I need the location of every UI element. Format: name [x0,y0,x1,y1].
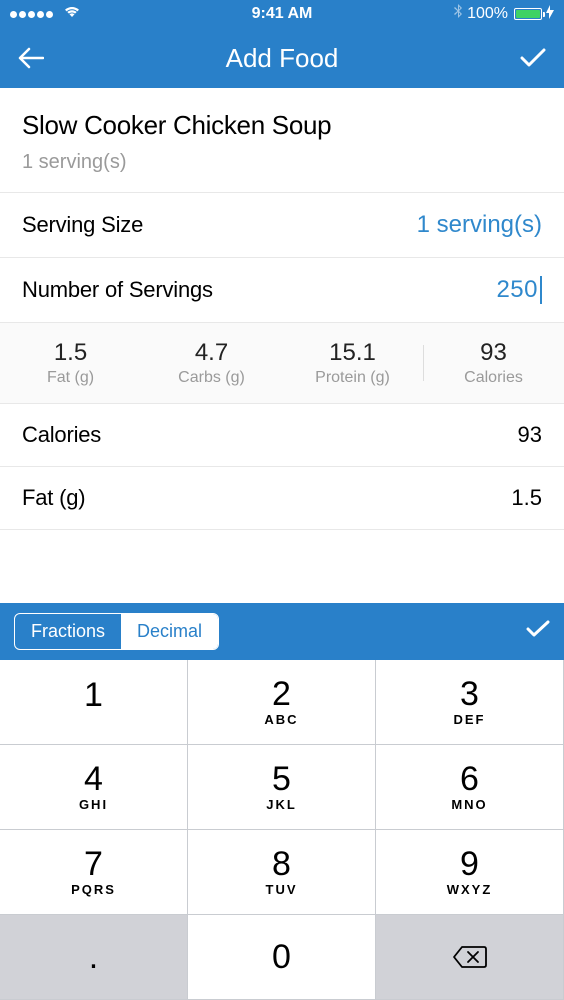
macro-protein-label: Protein (g) [282,369,423,387]
key-6-num: 6 [460,762,479,796]
decimal-tab[interactable]: Decimal [121,614,218,649]
detail-fat-value: 1.5 [511,485,542,511]
macro-protein-value: 15.1 [282,339,423,367]
num-servings-row[interactable]: Number of Servings 250 [0,258,564,323]
key-3-num: 3 [460,677,479,711]
key-2-num: 2 [272,677,291,711]
macro-fat: 1.5 Fat (g) [0,339,141,387]
page-title: Add Food [58,43,506,74]
key-1[interactable]: 1 [0,660,188,745]
charging-icon [546,5,554,24]
content: Slow Cooker Chicken Soup 1 serving(s) Se… [0,88,564,603]
key-dot[interactable]: . [0,915,188,1000]
macro-carbs-label: Carbs (g) [141,369,282,387]
serving-size-label: Serving Size [22,212,143,238]
macro-calories-label: Calories [423,369,564,387]
key-0[interactable]: 0 [188,915,376,1000]
detail-calories-label: Calories [22,422,101,448]
status-time: 9:41 AM [191,5,372,23]
food-subtitle: 1 serving(s) [22,151,542,174]
key-0-num: 0 [272,940,291,974]
arrow-left-icon [18,47,44,69]
key-8-sub: TUV [266,882,298,897]
key-5[interactable]: 5 JKL [188,745,376,830]
macro-carbs: 4.7 Carbs (g) [141,339,282,387]
status-bar: 9:41 AM 100% [0,0,564,28]
check-icon [520,48,546,68]
signal-dots-icon [10,11,53,18]
key-8[interactable]: 8 TUV [188,830,376,915]
key-9-num: 9 [460,847,479,881]
key-3[interactable]: 3 DEF [376,660,564,745]
key-8-num: 8 [272,847,291,881]
detail-calories-value: 93 [518,422,542,448]
macro-protein: 15.1 Protein (g) [282,339,423,387]
nav-bar: Add Food [0,28,564,88]
check-icon [526,620,550,638]
mode-segmented-control: Fractions Decimal [14,613,219,650]
status-left [10,5,191,23]
confirm-button[interactable] [506,48,546,68]
input-mode-bar: Fractions Decimal [0,603,564,660]
key-7-num: 7 [84,847,103,881]
bluetooth-icon [454,4,463,24]
key-7-sub: PQRS [71,882,116,897]
macro-calories: 93 Calories [423,339,564,387]
key-4-sub: GHI [79,797,108,812]
detail-fat-label: Fat (g) [22,485,85,511]
num-servings-input[interactable]: 250 [496,276,542,304]
key-2[interactable]: 2 ABC [188,660,376,745]
serving-size-value: 1 serving(s) [417,211,542,239]
detail-fat-row: Fat (g) 1.5 [0,467,564,530]
key-6-sub: MNO [451,797,487,812]
wifi-icon [63,5,81,23]
key-dot-num: . [89,940,98,974]
macro-fat-label: Fat (g) [0,369,141,387]
backspace-icon [452,945,488,969]
key-2-sub: ABC [264,712,298,727]
key-5-num: 5 [272,762,291,796]
macro-summary: 1.5 Fat (g) 4.7 Carbs (g) 15.1 Protein (… [0,323,564,404]
status-right: 100% [373,4,554,24]
key-4-num: 4 [84,762,103,796]
macro-calories-value: 93 [423,339,564,367]
key-4[interactable]: 4 GHI [0,745,188,830]
macro-fat-value: 1.5 [0,339,141,367]
key-3-sub: DEF [454,712,486,727]
num-servings-label: Number of Servings [22,277,213,303]
key-9-sub: WXYZ [447,882,493,897]
back-button[interactable] [18,47,58,69]
key-6[interactable]: 6 MNO [376,745,564,830]
key-1-num: 1 [84,678,103,712]
detail-calories-row: Calories 93 [0,404,564,467]
numeric-keypad: 1 2 ABC 3 DEF 4 GHI 5 JKL 6 MNO 7 PQRS 8… [0,660,564,1000]
battery-icon [514,8,542,20]
macro-carbs-value: 4.7 [141,339,282,367]
serving-size-row[interactable]: Serving Size 1 serving(s) [0,193,564,258]
key-5-sub: JKL [266,797,297,812]
key-7[interactable]: 7 PQRS [0,830,188,915]
food-header: Slow Cooker Chicken Soup 1 serving(s) [0,88,564,193]
food-name: Slow Cooker Chicken Soup [22,110,542,141]
key-9[interactable]: 9 WXYZ [376,830,564,915]
fractions-tab[interactable]: Fractions [15,614,121,649]
battery-percent: 100% [467,5,508,23]
key-backspace[interactable] [376,915,564,1000]
mode-confirm-button[interactable] [526,620,550,643]
